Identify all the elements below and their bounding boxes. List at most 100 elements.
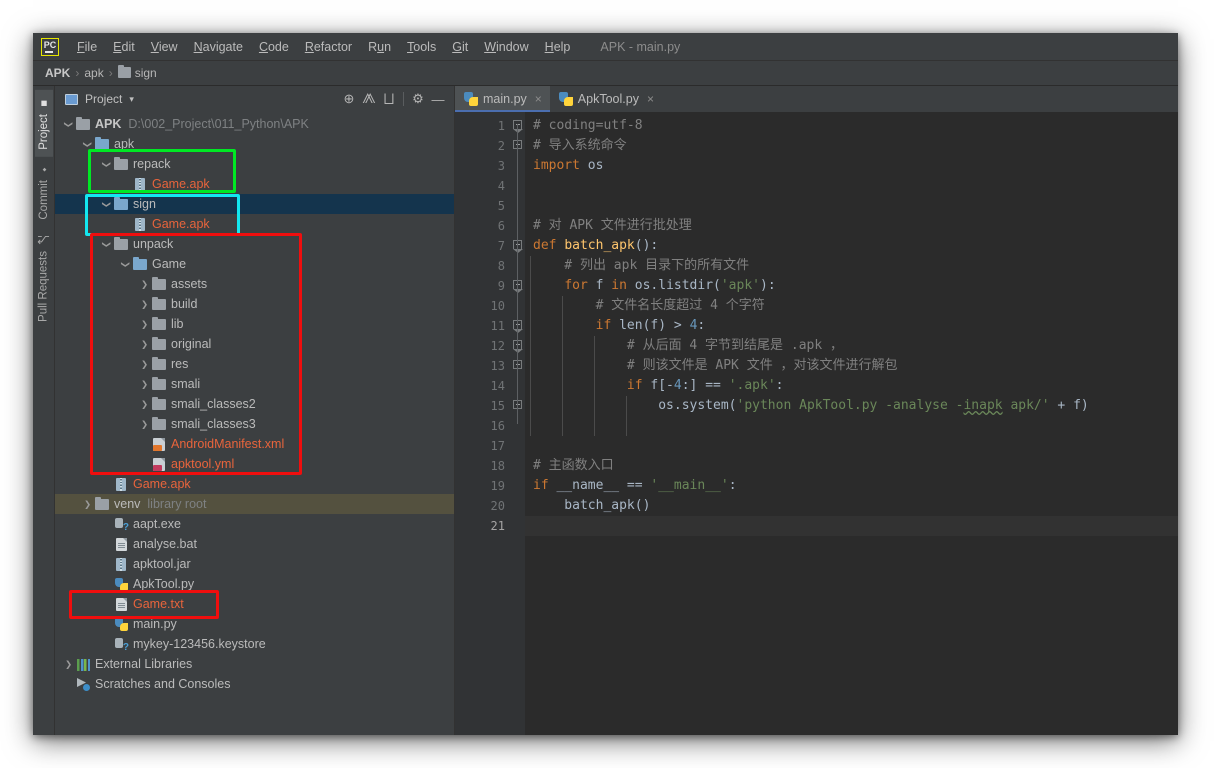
tree-row[interactable]: ❯ build [55, 294, 454, 314]
code-line[interactable] [525, 436, 1178, 456]
expand-all-icon[interactable]: ⨇ [359, 91, 379, 107]
chevron-right-icon[interactable]: ❯ [139, 379, 150, 390]
tree-row[interactable]: ❯ venv library root [55, 494, 454, 514]
editor-tab-main-py[interactable]: main.py × [455, 86, 550, 112]
project-view-chevron-down-icon[interactable]: ▾ [129, 94, 134, 105]
chevron-down-icon[interactable]: ❯ [120, 259, 131, 270]
tree-row[interactable]: · Game.txt [55, 594, 454, 614]
tree-row[interactable]: ❯ assets [55, 274, 454, 294]
menu-refactor[interactable]: Refactor [297, 38, 360, 56]
code-line[interactable]: # 导入系统命令 [525, 136, 1178, 156]
tree-row[interactable]: ❯ smali_classes2 [55, 394, 454, 414]
menu-view[interactable]: View [143, 38, 186, 56]
tree-row[interactable]: · Game.apk [55, 214, 454, 234]
tree-row[interactable]: · mykey-123456.keystore [55, 634, 454, 654]
chevron-right-icon[interactable]: ❯ [139, 339, 150, 350]
tree-row[interactable]: · Game.apk [55, 474, 454, 494]
code-line[interactable]: import os [525, 156, 1178, 176]
menu-window[interactable]: Window [476, 38, 536, 56]
code-line[interactable] [525, 196, 1178, 216]
menu-code[interactable]: Code [251, 38, 297, 56]
tree-row[interactable]: · AndroidManifest.xml [55, 434, 454, 454]
tree-row[interactable]: · Game.apk [55, 174, 454, 194]
chevron-right-icon[interactable]: ❯ [139, 279, 150, 290]
breadcrumb-item-sign[interactable]: sign [117, 64, 157, 82]
chevron-right-icon[interactable]: ❯ [139, 399, 150, 410]
tree-row[interactable]: ❯ unpack [55, 234, 454, 254]
menu-run[interactable]: Run [360, 38, 399, 56]
chevron-right-icon[interactable]: ❯ [139, 419, 150, 430]
close-icon[interactable]: × [535, 92, 542, 106]
code-editor[interactable]: 1 2 3 4 5 6 7 8 9 10 11 12 13 14 15 16 17 18 19 20 21 # codi… [455, 112, 1178, 735]
tool-tab-commit[interactable]: Commit ⬩ [35, 157, 53, 227]
code-line[interactable]: for f in os.listdir('apk'): [525, 276, 1178, 296]
menu-help[interactable]: Help [537, 38, 579, 56]
chevron-down-icon[interactable]: ❯ [82, 139, 93, 150]
tree-row[interactable]: ❯ res [55, 354, 454, 374]
chevron-right-icon[interactable]: ❯ [82, 499, 93, 510]
tool-tab-pull-requests[interactable]: Pull Requests ⎇ [34, 226, 53, 329]
hide-icon[interactable]: — [428, 92, 448, 107]
code-line[interactable]: # 文件名长度超过 4 个字符 [525, 296, 1178, 316]
tree-row[interactable]: · Scratches and Consoles [55, 674, 454, 694]
chevron-right-icon[interactable]: ❯ [139, 359, 150, 370]
tree-row[interactable]: ❯ External Libraries [55, 654, 454, 674]
code-line[interactable]: # 则该文件是 APK 文件 ，对该文件进行解包 [525, 356, 1178, 376]
code-line[interactable]: # 主函数入口 [525, 456, 1178, 476]
tool-tab-project[interactable]: Project ■ [34, 90, 53, 157]
tree-row[interactable]: ❯ smali_classes3 [55, 414, 454, 434]
chevron-down-icon[interactable]: ❯ [101, 239, 112, 250]
tree-row[interactable]: ❯ apk [55, 134, 454, 154]
code-text-area[interactable]: # coding=utf-8 # 导入系统命令 import os # 对 APK … [525, 112, 1178, 735]
menu-tools[interactable]: Tools [399, 38, 444, 56]
tree-row[interactable]: ❯ repack [55, 154, 454, 174]
tree-row[interactable]: ❯ Game [55, 254, 454, 274]
tree-row[interactable]: ❯ lib [55, 314, 454, 334]
chevron-right-icon[interactable]: ❯ [139, 299, 150, 310]
code-line[interactable]: # 从后面 4 字节到结尾是 .apk ， [525, 336, 1178, 356]
tree-row[interactable]: ❯ APK D:\002_Project\011_Python\APK [55, 114, 454, 134]
menu-navigate[interactable]: Navigate [186, 38, 251, 56]
code-line[interactable]: # coding=utf-8 [525, 116, 1178, 136]
folder-icon [151, 276, 167, 291]
select-opened-file-icon[interactable]: ⊕ [339, 91, 359, 107]
chevron-down-icon[interactable]: ❯ [101, 199, 112, 210]
tree-row[interactable]: · aapt.exe [55, 514, 454, 534]
code-line[interactable]: # 对 APK 文件进行批处理 [525, 216, 1178, 236]
chevron-down-icon[interactable]: ❯ [101, 159, 112, 170]
code-line[interactable]: if len(f) > 4: [525, 316, 1178, 336]
tree-row[interactable]: · analyse.bat [55, 534, 454, 554]
tree-row[interactable]: ❯ smali [55, 374, 454, 394]
code-line[interactable]: if __name__ == '__main__': [525, 476, 1178, 496]
code-line[interactable] [525, 416, 1178, 436]
breadcrumb-item-apk[interactable]: apk [84, 64, 103, 82]
code-line[interactable] [525, 516, 1178, 536]
collapse-all-icon[interactable]: ⨆ [379, 91, 399, 107]
chevron-right-icon[interactable]: ❯ [139, 319, 150, 330]
menu-file[interactable]: File [69, 38, 105, 56]
code-line[interactable]: batch_apk() [525, 496, 1178, 516]
tree-row[interactable]: ❯ original [55, 334, 454, 354]
editor-tab-apktool-py[interactable]: ApkTool.py × [550, 86, 662, 112]
code-line[interactable]: os.system('python ApkTool.py -analyse -i… [525, 396, 1178, 416]
code-line[interactable]: if f[-4:] == '.apk': [525, 376, 1178, 396]
tree-row[interactable]: · apktool.yml [55, 454, 454, 474]
close-icon[interactable]: × [647, 92, 654, 106]
tree-row[interactable]: · main.py [55, 614, 454, 634]
menu-git[interactable]: Git [444, 38, 476, 56]
code-line[interactable] [525, 176, 1178, 196]
chevron-right-icon[interactable]: ❯ [63, 659, 74, 670]
chevron-down-icon[interactable]: ❯ [63, 119, 74, 130]
tree-row[interactable]: ❯ sign [55, 194, 454, 214]
tree-row[interactable]: · ApkTool.py [55, 574, 454, 594]
project-tree[interactable]: ❯ APK D:\002_Project\011_Python\APK ❯ apk ❯ re… [55, 112, 454, 735]
settings-gear-icon[interactable]: ⚙ [408, 91, 428, 107]
code-folding-column[interactable] [511, 112, 525, 735]
code-line[interactable]: def batch_apk(): [525, 236, 1178, 256]
menu-edit[interactable]: Edit [105, 38, 143, 56]
breadcrumb-item-apk[interactable]: APK [45, 64, 70, 82]
code-line[interactable]: # 列出 apk 目录下的所有文件 [525, 256, 1178, 276]
tree-row[interactable]: · apktool.jar [55, 554, 454, 574]
